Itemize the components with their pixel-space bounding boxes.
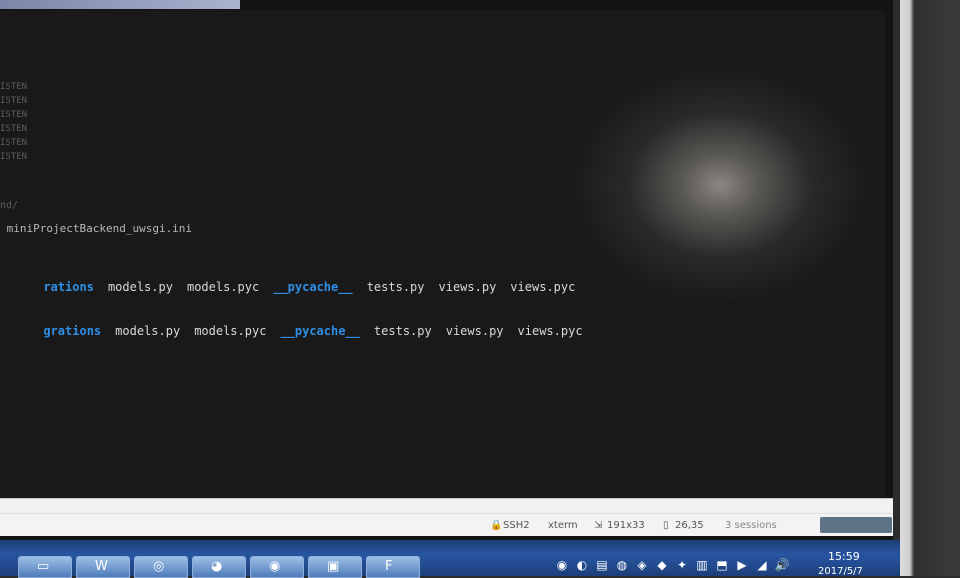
status-bar: 🔒 SSH2 xterm ⇲ 191x33 ▯ 26,35 3 sessions: [0, 513, 893, 536]
taskbar-window-button[interactable]: ▭: [18, 556, 72, 578]
window-title-strip: [0, 0, 240, 9]
tray-app-icon[interactable]: ◍: [612, 558, 632, 572]
green-app-icon: F: [385, 559, 393, 574]
size-icon: ⇲: [594, 520, 603, 531]
tray-pdf-icon[interactable]: ▤: [592, 558, 612, 572]
lock-icon: 🔒: [490, 520, 503, 531]
horizontal-scrollbar[interactable]: [0, 498, 893, 513]
system-tray: ◉ ◐ ▤ ◍ ◈ ◆ ✦ ▥ ⬒ ▶ ◢ 🔊: [552, 558, 792, 576]
clock-time[interactable]: 15:59: [828, 550, 860, 563]
tray-shield-icon[interactable]: ◈: [632, 558, 652, 572]
clock-date[interactable]: 2017/5/7: [818, 566, 863, 577]
file-name: views.py: [445, 324, 504, 338]
tray-network-icon[interactable]: ◉: [552, 558, 572, 572]
dir-migrations: rations: [43, 280, 94, 294]
tray-app-icon[interactable]: ◆: [652, 558, 672, 572]
taskbar-swirl-button[interactable]: ◎: [134, 556, 188, 578]
file-name: tests.py: [373, 324, 432, 338]
taskbar-yellow-app-button[interactable]: ◕: [192, 556, 246, 578]
window-icon: ▭: [37, 559, 50, 574]
file-name: views.pyc: [510, 280, 576, 294]
taskbar-remote-desktop-button[interactable]: ▣: [308, 556, 362, 578]
status-ssh: SSH2: [503, 520, 530, 531]
file-name: views.pyc: [517, 324, 583, 338]
status-term-type: xterm: [548, 520, 578, 531]
file-name: models.pyc: [194, 324, 267, 338]
terminal-path-line: nd/: [0, 200, 19, 211]
cursor-icon: ▯: [663, 520, 669, 531]
remote-desktop-icon: ▣: [327, 559, 340, 574]
terminal-area[interactable]: ISTEN ISTEN ISTEN ISTEN ISTEN ISTEN nd/ …: [0, 10, 885, 498]
terminal-listing-line: rations models.py models.pyc __pycache__ tes…: [0, 266, 575, 308]
tray-app-icon[interactable]: ▥: [692, 558, 712, 572]
dir-migrations: grations: [43, 324, 102, 338]
tray-signal-icon[interactable]: ◢: [752, 558, 772, 572]
swirl-app-icon: ◎: [153, 559, 165, 574]
dir-pycache: __pycache__: [273, 280, 353, 294]
status-term-size: 191x33: [607, 520, 645, 531]
terminal-faint-line: ISTEN: [0, 152, 28, 162]
taskbar-green-app-button[interactable]: F: [366, 556, 420, 578]
file-name: tests.py: [366, 280, 425, 294]
tray-flag-icon[interactable]: ▶: [732, 558, 752, 572]
terminal-faint-line: ISTEN: [0, 138, 28, 148]
file-name: models.py: [115, 324, 181, 338]
monitor-screen: ISTEN ISTEN ISTEN ISTEN ISTEN ISTEN nd/ …: [0, 0, 893, 560]
taskbar-browser-button[interactable]: ◉: [250, 556, 304, 578]
terminal-faint-line: ISTEN: [0, 82, 28, 92]
yellow-app-icon: ◕: [211, 559, 223, 574]
tray-volume-icon[interactable]: 🔊: [772, 558, 792, 572]
terminal-listing-line: grations models.py models.pyc __pycache__ te…: [0, 310, 583, 352]
tray-app-icon[interactable]: ✦: [672, 558, 692, 572]
file-name: models.py: [107, 280, 173, 294]
file-name: models.pyc: [186, 280, 260, 294]
browser-icon: ◉: [269, 559, 281, 574]
status-cursor-pos: 26,35: [675, 520, 704, 531]
word-icon: W: [95, 559, 108, 574]
terminal-ini-line: miniProjectBackend_uwsgi.ini: [0, 222, 193, 235]
file-name: views.py: [438, 280, 497, 294]
tray-app-icon[interactable]: ◐: [572, 558, 592, 572]
terminal-faint-line: ISTEN: [0, 110, 28, 120]
taskbar-word-button[interactable]: W: [76, 556, 130, 578]
notification-mini-panel[interactable]: [820, 517, 892, 533]
status-sessions: 3 sessions: [725, 520, 777, 531]
monitor-bezel: [900, 0, 960, 576]
terminal-faint-line: ISTEN: [0, 124, 28, 134]
tray-app-icon[interactable]: ⬒: [712, 558, 732, 572]
dir-pycache: __pycache__: [280, 324, 360, 338]
terminal-faint-line: ISTEN: [0, 96, 28, 106]
